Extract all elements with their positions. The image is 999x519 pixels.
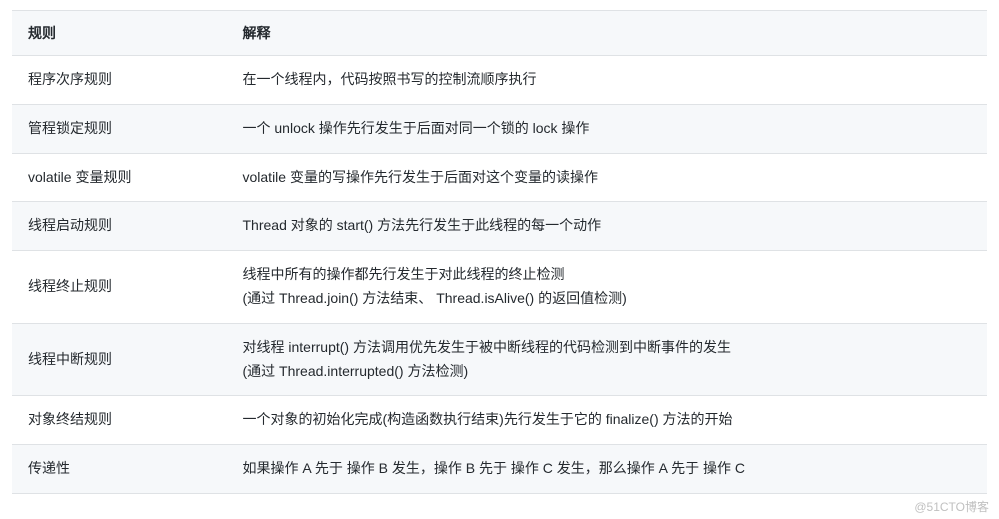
explain-cell: Thread 对象的 start() 方法先行发生于此线程的每一个动作 — [227, 202, 988, 251]
table-header-row: 规则 解释 — [12, 11, 987, 56]
explain-cell: 对线程 interrupt() 方法调用优先发生于被中断线程的代码检测到中断事件… — [227, 323, 988, 396]
rule-cell: 线程中断规则 — [12, 323, 227, 396]
table-row: 传递性 如果操作 A 先于 操作 B 发生，操作 B 先于 操作 C 发生，那么… — [12, 445, 987, 494]
rules-table: 规则 解释 程序次序规则 在一个线程内，代码按照书写的控制流顺序执行 管程锁定规… — [12, 10, 987, 494]
watermark: @51CTO博客 — [914, 498, 989, 515]
rule-cell: 程序次序规则 — [12, 56, 227, 105]
table-row: 对象终结规则 一个对象的初始化完成(构造函数执行结束)先行发生于它的 final… — [12, 396, 987, 445]
table-row: 线程启动规则 Thread 对象的 start() 方法先行发生于此线程的每一个… — [12, 202, 987, 251]
table-row: 线程中断规则 对线程 interrupt() 方法调用优先发生于被中断线程的代码… — [12, 323, 987, 396]
table-row: 管程锁定规则 一个 unlock 操作先行发生于后面对同一个锁的 lock 操作 — [12, 104, 987, 153]
explain-cell: volatile 变量的写操作先行发生于后面对这个变量的读操作 — [227, 153, 988, 202]
rule-cell: 对象终结规则 — [12, 396, 227, 445]
rule-cell: 线程启动规则 — [12, 202, 227, 251]
rule-cell: volatile 变量规则 — [12, 153, 227, 202]
rule-cell: 管程锁定规则 — [12, 104, 227, 153]
explain-cell: 一个对象的初始化完成(构造函数执行结束)先行发生于它的 finalize() 方… — [227, 396, 988, 445]
table-row: volatile 变量规则 volatile 变量的写操作先行发生于后面对这个变… — [12, 153, 987, 202]
header-explain: 解释 — [227, 11, 988, 56]
explain-cell: 线程中所有的操作都先行发生于对此线程的终止检测(通过 Thread.join()… — [227, 251, 988, 324]
explain-cell: 如果操作 A 先于 操作 B 发生，操作 B 先于 操作 C 发生，那么操作 A… — [227, 445, 988, 494]
rule-cell: 线程终止规则 — [12, 251, 227, 324]
header-rule: 规则 — [12, 11, 227, 56]
table-container: 规则 解释 程序次序规则 在一个线程内，代码按照书写的控制流顺序执行 管程锁定规… — [0, 0, 999, 504]
explain-cell: 在一个线程内，代码按照书写的控制流顺序执行 — [227, 56, 988, 105]
table-body: 程序次序规则 在一个线程内，代码按照书写的控制流顺序执行 管程锁定规则 一个 u… — [12, 56, 987, 494]
table-row: 线程终止规则 线程中所有的操作都先行发生于对此线程的终止检测(通过 Thread… — [12, 251, 987, 324]
rule-cell: 传递性 — [12, 445, 227, 494]
explain-cell: 一个 unlock 操作先行发生于后面对同一个锁的 lock 操作 — [227, 104, 988, 153]
table-row: 程序次序规则 在一个线程内，代码按照书写的控制流顺序执行 — [12, 56, 987, 105]
